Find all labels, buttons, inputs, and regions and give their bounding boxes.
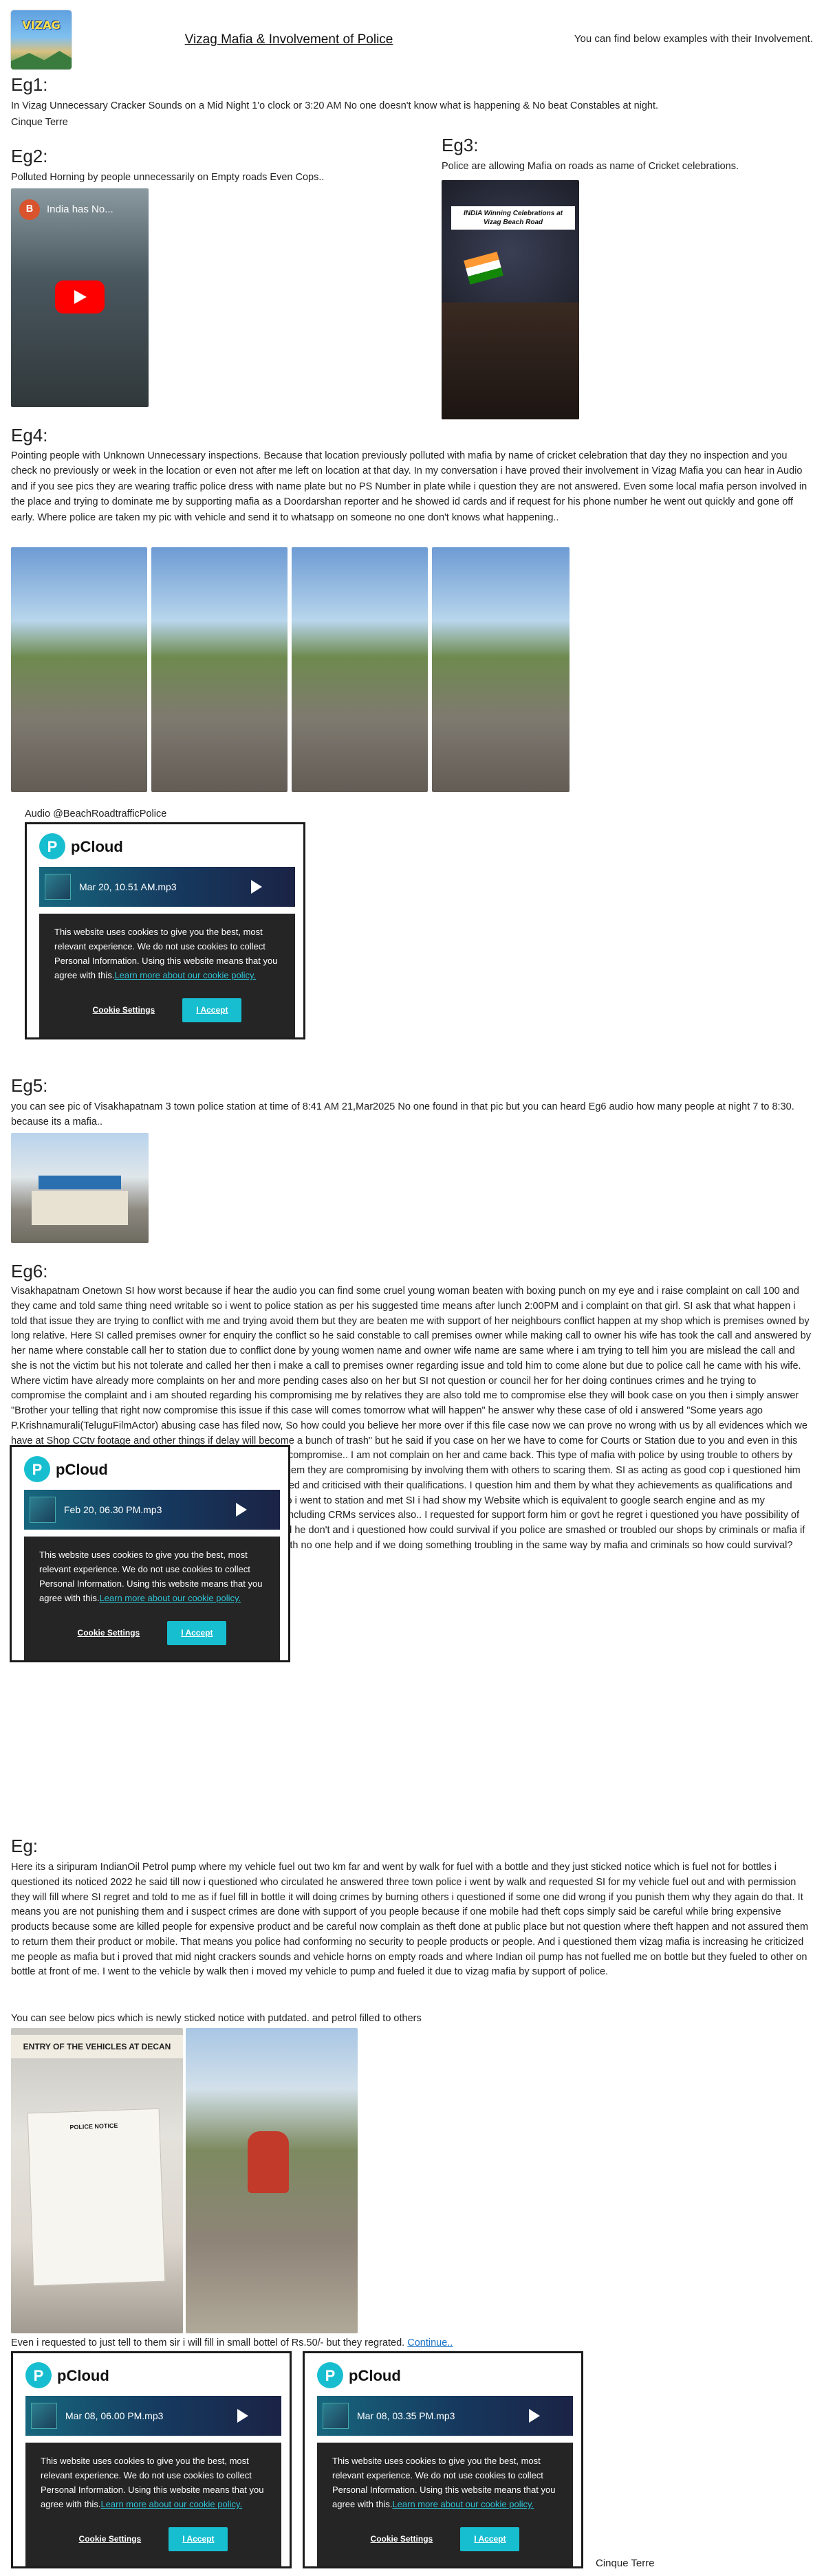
play-icon[interactable] xyxy=(529,2409,540,2423)
cookie-settings-button[interactable]: Cookie Settings xyxy=(78,1627,140,1640)
pcloud-player-1: PpCloud Mar 20, 10.51 AM.mp3 This websit… xyxy=(25,822,305,1039)
pcloud-logo-icon: P xyxy=(24,1456,50,1482)
video-title: India has No... xyxy=(47,203,113,215)
pcloud-logo-icon: P xyxy=(25,2362,52,2388)
eg4-photo-3 xyxy=(292,547,428,792)
cookie-policy-link[interactable]: Learn more about our cookie policy. xyxy=(392,2499,534,2509)
notice-paper: POLICE NOTICE xyxy=(27,2108,166,2287)
audio-file-name: Feb 20, 06.30 PM.mp3 xyxy=(64,1504,162,1515)
cookie-accept-button[interactable]: I Accept xyxy=(167,1620,227,1645)
audio-thumbnail xyxy=(30,1497,56,1523)
eg7-pics-intro: You can see below pics which is newly st… xyxy=(11,2013,422,2024)
pcloud-logo-text: pCloud xyxy=(71,837,123,855)
cookie-banner: This website uses cookies to give you th… xyxy=(25,2443,281,2566)
scooter-shape xyxy=(248,2131,289,2193)
eg7-text: Here its a siripuram IndianOil Petrol pu… xyxy=(11,1862,809,1978)
notice-sign-text: ENTRY OF THE VEHICLES AT DECAN xyxy=(11,2035,183,2058)
eg4-heading: Eg4: xyxy=(11,425,48,445)
eg1-heading: Eg1: xyxy=(11,74,48,95)
audio-file-name: Mar 20, 10.51 AM.mp3 xyxy=(79,881,177,892)
audio-file-name: Mar 08, 03.35 PM.mp3 xyxy=(357,2410,455,2421)
eg1-caption: Cinque Terre xyxy=(11,117,68,128)
station-building-shape xyxy=(32,1191,128,1225)
channel-avatar: B xyxy=(19,199,40,220)
pcloud-logo-icon: P xyxy=(39,833,65,859)
cookie-accept-button[interactable]: I Accept xyxy=(169,2527,228,2551)
eg7-heading: Eg: xyxy=(11,1836,39,1856)
eg2-video-embed[interactable]: B India has No... xyxy=(11,188,149,407)
audio-thumbnail xyxy=(323,2403,349,2429)
audio-thumbnail xyxy=(45,874,71,900)
eg7-closing-text: Even i requested to just tell to them si… xyxy=(11,2336,453,2351)
play-icon xyxy=(74,290,87,304)
eg4-photo-4 xyxy=(432,547,570,792)
site-tagline: You can find below examples with their I… xyxy=(574,33,813,45)
eg3-text: Police are allowing Mafia on roads as na… xyxy=(442,161,739,172)
eg4-photo-1 xyxy=(11,547,147,792)
eg5-heading: Eg5: xyxy=(11,1075,48,1096)
pcloud-player-4: PpCloud Mar 08, 03.35 PM.mp3 This websit… xyxy=(303,2351,583,2568)
eg3-heading: Eg3: xyxy=(442,135,479,155)
eg4-audio-label: Audio @BeachRoadtrafficPolice xyxy=(25,808,167,819)
logo-hill-shape xyxy=(11,51,72,69)
continue-link[interactable]: Continue.. xyxy=(407,2337,453,2348)
cookie-policy-link[interactable]: Learn more about our cookie policy. xyxy=(99,1593,241,1603)
eg5-police-station-photo xyxy=(11,1133,149,1243)
eg4-text: Pointing people with Unknown Unnecessary… xyxy=(11,450,807,523)
youtube-play-button[interactable] xyxy=(55,280,105,313)
footer-caption: Cinque Terre xyxy=(596,2557,655,2569)
play-icon[interactable] xyxy=(237,2409,248,2423)
celebration-caption: INDIA Winning Celebrations at Vizag Beac… xyxy=(451,206,575,230)
cookie-banner: This website uses cookies to give you th… xyxy=(317,2443,573,2566)
eg3-celebration-photo: INDIA Winning Celebrations at Vizag Beac… xyxy=(442,180,579,419)
pcloud-logo-text: pCloud xyxy=(56,1460,108,1478)
pcloud-logo-icon: P xyxy=(317,2362,343,2388)
pcloud-player-2: PpCloud Feb 20, 06.30 PM.mp3 This websit… xyxy=(10,1445,290,1662)
eg7-petrol-pump-road-photo xyxy=(186,2028,358,2333)
eg4-photo-2 xyxy=(151,547,288,792)
play-icon[interactable] xyxy=(251,880,262,894)
pcloud-player-3: PpCloud Mar 08, 06.00 PM.mp3 This websit… xyxy=(11,2351,292,2568)
eg1-text: In Vizag Unnecessary Cracker Sounds on a… xyxy=(11,100,659,111)
cookie-policy-link[interactable]: Learn more about our cookie policy. xyxy=(114,970,256,980)
cookie-settings-button[interactable]: Cookie Settings xyxy=(93,1004,155,1017)
pcloud-logo-text: pCloud xyxy=(349,2366,401,2384)
eg2-text: Polluted Horning by people unnecessarily… xyxy=(11,172,325,183)
station-sign-shape xyxy=(39,1176,121,1189)
notice-title: POLICE NOTICE xyxy=(69,2122,118,2131)
cookie-banner: This website uses cookies to give you th… xyxy=(24,1537,280,1660)
eg7-notice-photo: ENTRY OF THE VEHICLES AT DECAN POLICE NO… xyxy=(11,2028,183,2333)
indian-flag-icon xyxy=(464,252,503,285)
play-icon[interactable] xyxy=(236,1503,247,1517)
cookie-accept-button[interactable]: I Accept xyxy=(460,2527,520,2551)
eg2-heading: Eg2: xyxy=(11,146,48,166)
crowd-shape xyxy=(442,302,579,419)
cookie-policy-link[interactable]: Learn more about our cookie policy. xyxy=(100,2499,242,2509)
eg5-text: you can see pic of Visakhapatnam 3 town … xyxy=(11,1101,794,1127)
closing-text: Even i requested to just tell to them si… xyxy=(11,2337,405,2348)
cookie-accept-button[interactable]: I Accept xyxy=(182,998,242,1022)
audio-thumbnail xyxy=(31,2403,57,2429)
cookie-settings-button[interactable]: Cookie Settings xyxy=(371,2533,433,2546)
cookie-settings-button[interactable]: Cookie Settings xyxy=(79,2533,142,2546)
eg6-heading: Eg6: xyxy=(11,1261,48,1281)
pcloud-logo-text: pCloud xyxy=(57,2366,109,2384)
audio-file-name: Mar 08, 06.00 PM.mp3 xyxy=(65,2410,164,2421)
cookie-banner: This website uses cookies to give you th… xyxy=(39,914,295,1037)
site-title: Vizag Mafia & Involvement of Police xyxy=(184,32,393,47)
